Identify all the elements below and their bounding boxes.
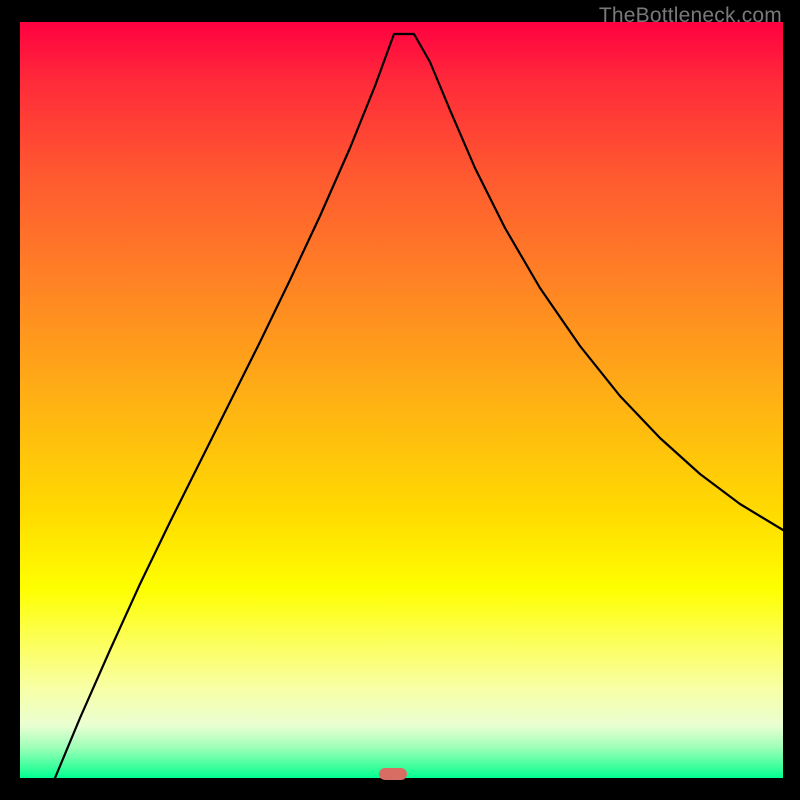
bottleneck-curve xyxy=(20,22,783,778)
optimal-point-marker xyxy=(379,768,407,780)
watermark-text: TheBottleneck.com xyxy=(599,4,782,28)
